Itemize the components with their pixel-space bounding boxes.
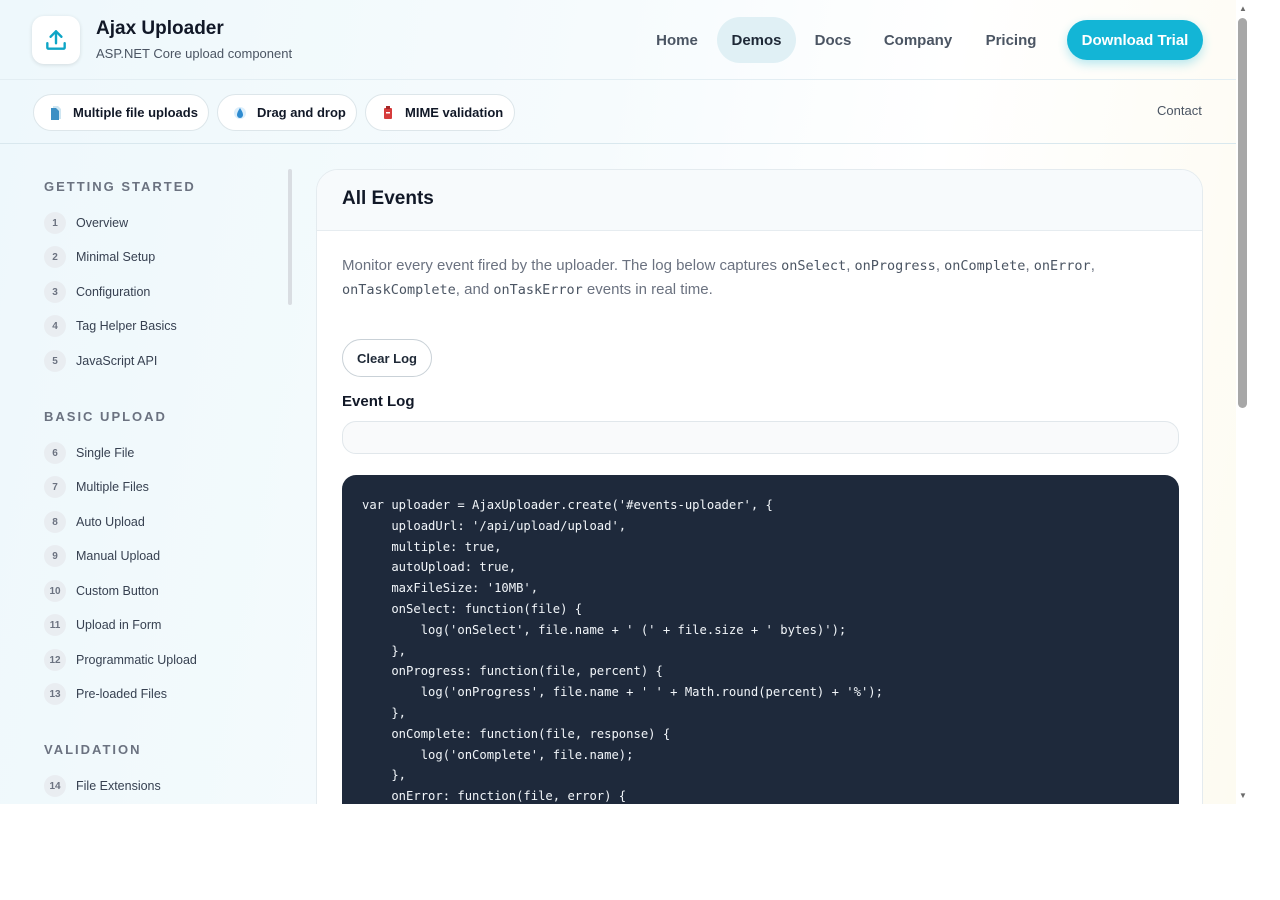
item-label: Programmatic Upload xyxy=(76,653,197,667)
item-label: File Extensions xyxy=(76,779,161,793)
page: Ajax Uploader ASP.NET Core upload compon… xyxy=(0,0,1236,804)
upload-icon xyxy=(46,30,66,50)
item-label: Tag Helper Basics xyxy=(76,319,177,333)
logo[interactable] xyxy=(32,16,80,64)
event-name: onSelect xyxy=(781,258,847,274)
sidebar-item-multiple-files[interactable]: 7 Multiple Files xyxy=(44,476,149,498)
code-block[interactable]: var uploader = AjaxUploader.create('#eve… xyxy=(342,475,1179,804)
item-number: 5 xyxy=(44,350,66,372)
section-title-basic-upload: BASIC UPLOAD xyxy=(44,409,167,424)
sidebar-item-custom-button[interactable]: 10 Custom Button xyxy=(44,580,159,602)
event-name: onProgress xyxy=(854,258,936,274)
sidebar-item-tag-helper-basics[interactable]: 4 Tag Helper Basics xyxy=(44,315,177,337)
description-and: and xyxy=(464,281,490,298)
event-log-label: Event Log xyxy=(342,393,415,410)
item-number: 4 xyxy=(44,315,66,337)
nav-company[interactable]: Company xyxy=(870,17,966,63)
item-label: Configuration xyxy=(76,285,151,299)
event-log-output[interactable] xyxy=(342,421,1179,454)
item-label: Upload in Form xyxy=(76,618,162,632)
item-number: 11 xyxy=(44,614,66,636)
brand-subtitle: ASP.NET Core upload component xyxy=(96,46,293,61)
pill-label: MIME validation xyxy=(405,105,504,120)
sidebar-item-javascript-api[interactable]: 5 JavaScript API xyxy=(44,350,157,372)
sidebar: GETTING STARTED 1 Overview 2 Minimal Setup… xyxy=(0,145,300,804)
pill-label: Multiple file uploads xyxy=(73,105,198,120)
section-title-getting-started: GETTING STARTED xyxy=(44,179,196,194)
pill-mime-validation[interactable]: MIME validation xyxy=(365,94,515,131)
sidebar-item-overview[interactable]: 1 Overview xyxy=(44,212,128,234)
event-name: onComplete xyxy=(944,258,1026,274)
item-number: 3 xyxy=(44,281,66,303)
brand-title[interactable]: Ajax Uploader xyxy=(96,18,224,40)
sidebar-item-upload-in-form[interactable]: 11 Upload in Form xyxy=(44,614,161,636)
item-number: 6 xyxy=(44,442,66,464)
item-label: Single File xyxy=(76,446,135,460)
pill-multiple-file-uploads[interactable]: Multiple file uploads xyxy=(33,94,209,131)
site-header: Ajax Uploader ASP.NET Core upload compon… xyxy=(0,0,1236,80)
sidebar-item-auto-upload[interactable]: 8 Auto Upload xyxy=(44,511,145,533)
item-label: Pre-loaded Files xyxy=(76,687,168,701)
scroll-down-arrow-icon[interactable]: ▼ xyxy=(1238,792,1248,800)
item-number: 10 xyxy=(44,580,66,602)
contact-link[interactable]: Contact xyxy=(1157,103,1202,118)
page-scrollbar[interactable]: ▲ ▼ xyxy=(1236,0,1250,804)
item-label: Custom Button xyxy=(76,584,159,598)
nav-pricing[interactable]: Pricing xyxy=(972,17,1050,63)
demo-card: All Events Monitor every event fired by … xyxy=(316,169,1203,804)
sidebar-item-pre-loaded-files[interactable]: 13 Pre-loaded Files xyxy=(44,683,167,705)
item-number: 7 xyxy=(44,476,66,498)
page-title: All Events xyxy=(342,188,434,209)
pill-label: Drag and drop xyxy=(257,105,346,120)
nav-docs[interactable]: Docs xyxy=(800,17,866,63)
item-number: 2 xyxy=(44,246,66,268)
section-title-validation: VALIDATION xyxy=(44,742,142,757)
item-number: 9 xyxy=(44,545,66,567)
item-label: JavaScript API xyxy=(76,354,158,368)
nav-demos[interactable]: Demos xyxy=(717,17,796,63)
description-outro: events in real time. xyxy=(582,281,713,298)
sidebar-item-minimal-setup[interactable]: 2 Minimal Setup xyxy=(44,246,155,268)
item-number: 8 xyxy=(44,511,66,533)
code-text: var uploader = AjaxUploader.create('#eve… xyxy=(362,498,883,804)
feature-bar: Multiple file uploads Drag and drop MIME… xyxy=(0,81,1236,144)
download-trial-button[interactable]: Download Trial xyxy=(1067,20,1203,60)
description-intro: Monitor every event fired by the uploade… xyxy=(342,257,782,274)
card-header: All Events xyxy=(317,170,1202,231)
item-number: 1 xyxy=(44,212,66,234)
sidebar-item-single-file[interactable]: 6 Single File xyxy=(44,442,134,464)
scrollbar-thumb[interactable] xyxy=(1238,18,1247,408)
event-name: onError xyxy=(1033,258,1091,274)
file-badge-icon xyxy=(380,105,396,121)
clear-log-button[interactable]: Clear Log xyxy=(342,339,432,377)
nav-home[interactable]: Home xyxy=(640,17,714,63)
item-label: Multiple Files xyxy=(76,480,149,494)
item-label: Overview xyxy=(76,216,129,230)
sidebar-item-programmatic-upload[interactable]: 12 Programmatic Upload xyxy=(44,649,197,671)
files-icon xyxy=(48,105,64,121)
demo-description: Monitor every event fired by the uploade… xyxy=(342,257,1095,298)
event-name: onTaskError xyxy=(493,282,583,298)
sidebar-item-manual-upload[interactable]: 9 Manual Upload xyxy=(44,545,160,567)
item-label: Manual Upload xyxy=(76,549,161,563)
scroll-up-arrow-icon[interactable]: ▲ xyxy=(1238,5,1248,13)
item-label: Auto Upload xyxy=(76,515,145,529)
sidebar-item-file-extensions[interactable]: 14 File Extensions xyxy=(44,775,161,797)
sidebar-scrollbar[interactable] xyxy=(288,169,292,305)
drop-icon xyxy=(232,105,248,121)
item-number: 13 xyxy=(44,683,66,705)
item-number: 12 xyxy=(44,649,66,671)
event-name: onTaskComplete xyxy=(342,282,456,298)
sidebar-item-configuration[interactable]: 3 Configuration xyxy=(44,281,150,303)
pill-drag-and-drop[interactable]: Drag and drop xyxy=(217,94,357,131)
item-number: 14 xyxy=(44,775,66,797)
item-label: Minimal Setup xyxy=(76,250,156,264)
